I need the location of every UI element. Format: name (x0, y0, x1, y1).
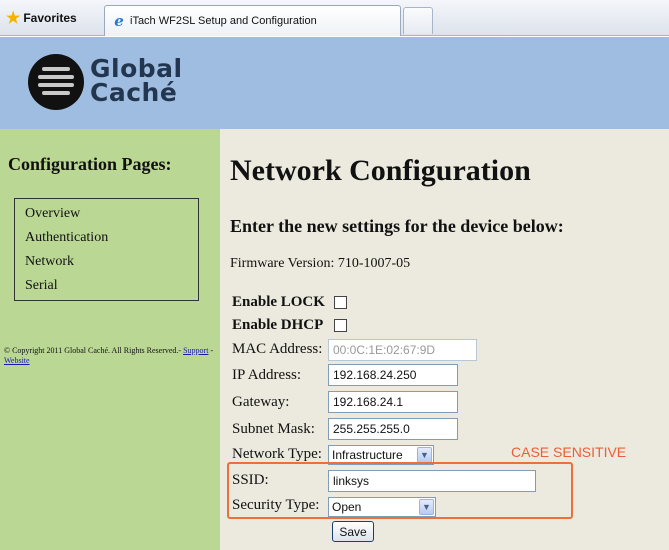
mac-address-field: 00:0C:1E:02:67:9D (328, 339, 477, 361)
case-sensitive-note: CASE SENSITIVE (511, 444, 627, 460)
page-title: Network Configuration (230, 154, 531, 187)
sidebar-item-authentication[interactable]: Authentication (25, 226, 198, 250)
global-cache-logo: Global Caché (28, 52, 198, 110)
dropdown-arrow-icon: ▼ (417, 447, 432, 463)
gateway-field[interactable]: 192.168.24.1 (328, 391, 458, 413)
dropdown-arrow-icon: ▼ (419, 499, 434, 515)
globe-logo-icon (28, 54, 84, 110)
page-header: Global Caché (0, 37, 669, 129)
ip-address-label: IP Address: (232, 367, 302, 383)
network-type-label: Network Type: (232, 446, 322, 462)
favorites-button[interactable]: ★ Favorites (6, 8, 77, 28)
sidebar-item-serial[interactable]: Serial (25, 274, 198, 298)
ie-page-icon: e (114, 12, 124, 30)
firmware-version: Firmware Version: 710-1007-05 (230, 256, 411, 271)
ip-address-field[interactable]: 192.168.24.250 (328, 364, 458, 386)
mac-address-label: MAC Address: (232, 341, 323, 357)
subnet-mask-field[interactable]: 255.255.255.0 (328, 418, 458, 440)
enable-dhcp-checkbox[interactable] (334, 319, 347, 332)
sidebar-item-network[interactable]: Network (25, 250, 198, 274)
enable-lock-checkbox[interactable] (334, 296, 347, 309)
support-link[interactable]: Support (183, 346, 208, 355)
favorites-label: Favorites (23, 11, 77, 25)
ssid-field[interactable]: linksys (328, 470, 536, 492)
main-content: Network Configuration Enter the new sett… (220, 129, 669, 550)
browser-tab[interactable]: e iTach WF2SL Setup and Configuration (104, 5, 401, 36)
sidebar: Configuration Pages: Overview Authentica… (0, 129, 220, 550)
security-type-value: Open (332, 500, 362, 514)
favorites-star-icon: ★ (6, 10, 21, 27)
browser-tab-bar: ★ Favorites e iTach WF2SL Setup and Conf… (0, 0, 669, 36)
copyright-label: © Copyright 2011 Global Caché. All Right… (4, 346, 182, 355)
enable-dhcp-label: Enable DHCP (232, 317, 324, 333)
sidebar-title: Configuration Pages: (8, 154, 172, 174)
sidebar-item-overview[interactable]: Overview (25, 202, 198, 226)
security-type-label: Security Type: (232, 497, 320, 513)
save-button[interactable]: Save (332, 521, 374, 542)
link-separator: - (210, 346, 214, 355)
new-tab-button[interactable] (403, 7, 433, 34)
logo-line-2: Caché (90, 78, 178, 107)
subnet-mask-label: Subnet Mask: (232, 421, 315, 437)
network-type-value: Infrastructure (332, 448, 403, 462)
page-subtitle: Enter the new settings for the device be… (230, 216, 564, 236)
website-link[interactable]: Website (4, 356, 30, 365)
security-type-select[interactable]: Open ▼ (328, 497, 436, 517)
ssid-label: SSID: (232, 472, 269, 488)
enable-lock-label: Enable LOCK (232, 294, 325, 310)
copyright-text: © Copyright 2011 Global Caché. All Right… (4, 346, 214, 366)
browser-tab-title: iTach WF2SL Setup and Configuration (130, 15, 317, 27)
sidebar-nav: Overview Authentication Network Serial (14, 198, 199, 301)
gateway-label: Gateway: (232, 394, 290, 410)
logo-text: Global Caché (90, 56, 183, 107)
